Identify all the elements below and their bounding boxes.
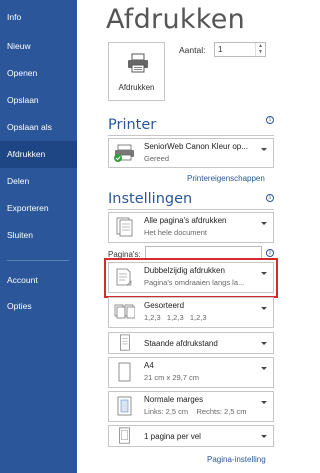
copies-stepper[interactable]: 1 ▲ ▼ bbox=[214, 42, 266, 57]
chevron-down-icon bbox=[261, 367, 267, 370]
page-title: Afdrukken bbox=[106, 4, 246, 35]
option-main: Gesorteerd bbox=[144, 301, 185, 310]
nav-account[interactable]: Account bbox=[0, 267, 77, 293]
option-main: A4 bbox=[144, 361, 154, 370]
nav-options[interactable]: Opties bbox=[0, 293, 77, 319]
nav-label: Delen bbox=[7, 176, 30, 186]
nav-export[interactable]: Exporteren bbox=[0, 195, 77, 221]
option-main: Staande afdrukstand bbox=[144, 339, 218, 348]
printer-dropdown[interactable]: SeniorWeb Canon Kleur op... Gereed bbox=[108, 138, 274, 168]
section-divider bbox=[108, 209, 274, 210]
option-main: Alle pagina's afdrukken bbox=[144, 216, 227, 225]
orientation-dropdown[interactable]: Staande afdrukstand bbox=[108, 332, 274, 354]
chevron-down-icon bbox=[261, 401, 267, 404]
option-sub: Het hele document bbox=[144, 228, 207, 237]
sidebar-divider bbox=[7, 260, 69, 261]
nav-new[interactable]: Nieuw bbox=[0, 33, 77, 59]
pages-per-sheet-icon bbox=[119, 427, 130, 444]
printer-properties-link[interactable]: Printereigenschappen bbox=[187, 174, 265, 183]
nav-info[interactable]: Info bbox=[0, 4, 77, 30]
option-sub: Links: 2,5 cm Rechts: 2,5 cm bbox=[144, 407, 247, 416]
info-icon[interactable]: i bbox=[266, 249, 274, 257]
nav-label: Exporteren bbox=[7, 203, 49, 213]
portrait-icon bbox=[120, 334, 130, 351]
printer-name: SeniorWeb Canon Kleur op... bbox=[144, 142, 248, 151]
pages-per-sheet-dropdown[interactable]: 1 pagina per vel bbox=[108, 425, 274, 447]
chevron-down-icon bbox=[261, 342, 267, 345]
nav-label: Info bbox=[7, 12, 22, 22]
chevron-down-icon bbox=[261, 148, 267, 151]
info-icon[interactable]: i bbox=[266, 116, 274, 124]
highlight-box bbox=[104, 258, 278, 298]
collate-icon bbox=[114, 304, 135, 319]
nav-save[interactable]: Opslaan bbox=[0, 87, 77, 113]
page-setup-link[interactable]: Pagina-instelling bbox=[207, 455, 266, 464]
nav-label: Nieuw bbox=[7, 41, 31, 51]
nav-label: Afdrukken bbox=[7, 149, 46, 159]
nav-print[interactable]: Afdrukken bbox=[0, 141, 77, 168]
chevron-down-icon bbox=[261, 307, 267, 310]
nav-open[interactable]: Openen bbox=[0, 60, 77, 86]
nav-label: Opslaan als bbox=[7, 122, 52, 132]
copies-value: 1 bbox=[218, 45, 223, 54]
chevron-down-icon bbox=[261, 435, 267, 438]
nav-label: Opslaan bbox=[7, 95, 39, 105]
print-range-dropdown[interactable]: Alle pagina's afdrukken Het hele documen… bbox=[108, 212, 274, 243]
margins-icon bbox=[117, 396, 132, 416]
collate-dropdown[interactable]: Gesorteerd 1,2,3 1,2,3 1,2,3 bbox=[108, 297, 274, 328]
print-button-label: Afdrukken bbox=[118, 83, 155, 92]
paper-size-icon bbox=[118, 362, 131, 382]
printer-status: Gereed bbox=[144, 154, 170, 163]
section-divider bbox=[108, 135, 274, 136]
nav-close[interactable]: Sluiten bbox=[0, 222, 77, 248]
nav-save-as[interactable]: Opslaan als bbox=[0, 114, 77, 140]
nav-label: Sluiten bbox=[7, 230, 33, 240]
option-sub: 21 cm x 29,7 cm bbox=[144, 373, 200, 382]
settings-heading: Instellingen bbox=[108, 191, 193, 207]
paper-size-dropdown[interactable]: A4 21 cm x 29,7 cm bbox=[108, 357, 274, 388]
spin-arrows-icon[interactable]: ▲ ▼ bbox=[255, 43, 265, 56]
chevron-down-icon bbox=[261, 222, 267, 225]
nav-label: Opties bbox=[7, 301, 32, 311]
printer-icon bbox=[128, 53, 148, 73]
nav-label: Account bbox=[7, 275, 38, 285]
option-sub: 1,2,3 1,2,3 1,2,3 bbox=[144, 313, 207, 322]
print-button[interactable]: Afdrukken bbox=[108, 42, 165, 101]
option-main: 1 pagina per vel bbox=[144, 432, 201, 441]
nav-label: Openen bbox=[7, 68, 38, 78]
option-main: Normale marges bbox=[144, 395, 204, 404]
pages-icon bbox=[116, 217, 133, 237]
copies-label: Aantal: bbox=[179, 45, 206, 55]
printer-ready-icon bbox=[114, 144, 134, 162]
backstage-sidebar: Info Nieuw Openen Opslaan Opslaan als Af… bbox=[0, 0, 77, 473]
printer-heading: Printer bbox=[108, 117, 157, 133]
info-icon[interactable]: i bbox=[266, 194, 274, 202]
margins-dropdown[interactable]: Normale marges Links: 2,5 cm Rechts: 2,5… bbox=[108, 391, 274, 422]
nav-share[interactable]: Delen bbox=[0, 168, 77, 194]
